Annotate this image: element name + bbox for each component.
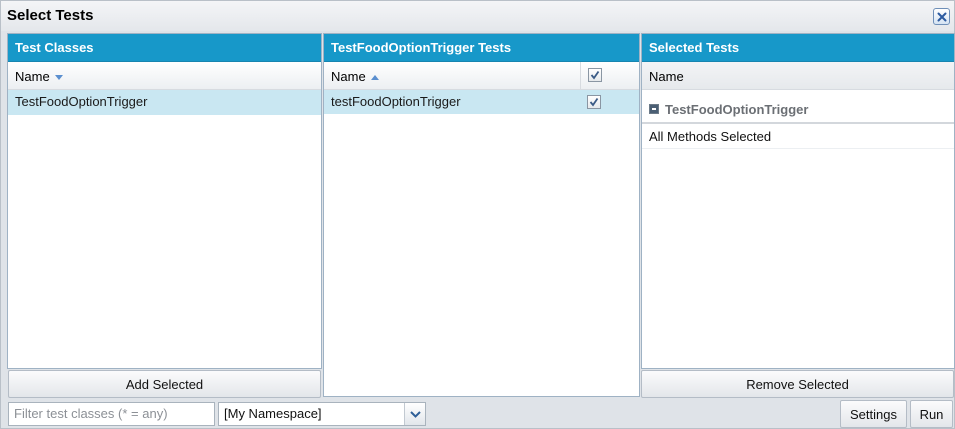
sort-ascending-icon (370, 75, 379, 81)
class-tests-header: TestFoodOptionTrigger Tests (324, 34, 639, 62)
selected-method-label: All Methods Selected (649, 129, 772, 144)
chevron-down-glyph (409, 410, 421, 418)
test-class-row[interactable]: TestFoodOptionTrigger (8, 90, 321, 115)
name-column-label: Name (649, 69, 684, 84)
chevron-down-icon[interactable] (404, 403, 425, 425)
close-icon[interactable] (933, 8, 950, 25)
class-tests-panel: TestFoodOptionTrigger Tests Name testFoo… (323, 33, 640, 397)
remove-selected-button[interactable]: Remove Selected (641, 370, 954, 398)
selected-method-row[interactable]: All Methods Selected (642, 124, 954, 149)
test-method-checkbox[interactable] (587, 95, 601, 109)
namespace-select[interactable]: [My Namespace] (218, 402, 426, 426)
dialog-titlebar: Select Tests (1, 1, 954, 31)
select-all-column (580, 62, 640, 90)
test-method-label: testFoodOptionTrigger (331, 94, 461, 109)
selected-tests-panel: Selected Tests Name TestFoodOptionTrigge… (641, 33, 955, 369)
name-column-label: Name (331, 69, 366, 84)
select-all-checkbox[interactable] (588, 68, 602, 82)
test-method-row[interactable]: testFoodOptionTrigger (324, 90, 639, 114)
add-selected-button[interactable]: Add Selected (8, 370, 321, 398)
checkmark-icon (590, 70, 600, 80)
test-classes-panel: Test Classes Name TestFoodOptionTrigger (7, 33, 322, 369)
class-tests-name-column[interactable]: Name (324, 62, 639, 90)
bottom-toolbar: Filter test classes (* = any) [My Namesp… (1, 399, 954, 429)
filter-test-classes-input[interactable]: Filter test classes (* = any) (8, 402, 215, 426)
selected-group-label: TestFoodOptionTrigger (665, 102, 809, 117)
close-icon-glyph (937, 12, 946, 21)
test-classes-header: Test Classes (8, 34, 321, 62)
checkmark-icon (589, 97, 599, 107)
selected-tests-header: Selected Tests (642, 34, 954, 62)
test-classes-name-column[interactable]: Name (8, 62, 321, 90)
name-column-label: Name (15, 69, 50, 84)
sort-descending-icon (54, 75, 63, 81)
settings-button[interactable]: Settings (840, 400, 907, 428)
test-class-label: TestFoodOptionTrigger (15, 94, 148, 109)
selected-tests-name-column[interactable]: Name (642, 62, 954, 90)
collapse-icon[interactable] (649, 104, 659, 114)
namespace-value: [My Namespace] (224, 406, 322, 421)
dialog-title: Select Tests (7, 7, 94, 24)
select-tests-dialog: Select Tests Test Classes Name TestFoodO… (0, 0, 955, 429)
run-button[interactable]: Run (910, 400, 953, 428)
selected-group-row[interactable]: TestFoodOptionTrigger (642, 90, 954, 124)
